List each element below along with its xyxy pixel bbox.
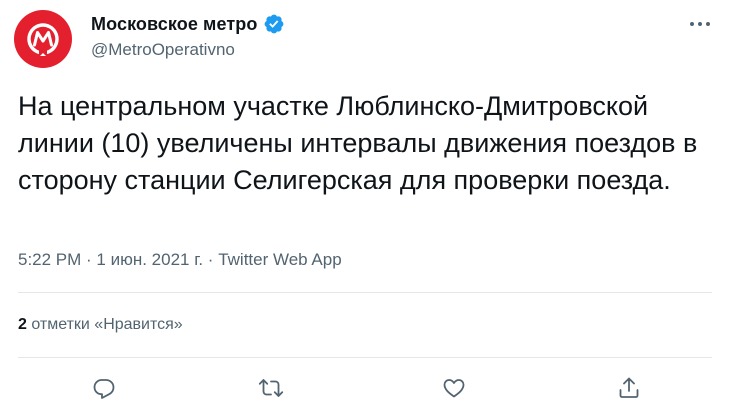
retweet-button[interactable] [253,370,289,406]
tweet-meta: 5:22 PM · 1 июн. 2021 г. · Twitter Web A… [18,250,342,270]
heart-icon [443,379,465,398]
tweet-source[interactable]: Twitter Web App [218,250,341,269]
likes-number: 2 [18,316,27,333]
tweet-text: На центральном участке Люблинско-Дмитров… [18,91,698,195]
likes-label: отметки «Нравится» [26,316,183,333]
retweet-icon [258,379,284,397]
like-button[interactable] [436,370,472,406]
action-bar [0,362,730,410]
meta-separator-2: · [203,250,219,269]
moscow-metro-logo-icon [27,23,59,56]
more-icon[interactable] [686,14,714,34]
author-info: Московское метро @MetroOperativno [91,12,285,60]
share-button[interactable] [611,370,647,406]
likes-count[interactable]: 2 отметки «Нравится» [18,316,183,334]
reply-button[interactable] [86,370,122,406]
display-name[interactable]: Московское метро [91,14,257,35]
reply-icon [93,379,115,399]
divider [18,292,712,293]
avatar[interactable] [14,10,72,68]
tweet-card: Московское метро @MetroOperativno На цен… [0,0,730,416]
tweet-date[interactable]: 1 июн. 2021 г. [96,250,203,269]
divider [18,357,712,358]
verified-badge-icon [263,13,285,35]
tweet-time[interactable]: 5:22 PM [18,250,81,269]
name-row: Московское метро [91,12,285,36]
meta-separator: · [81,250,97,269]
user-handle[interactable]: @MetroOperativno [91,40,285,60]
share-icon [619,377,639,398]
